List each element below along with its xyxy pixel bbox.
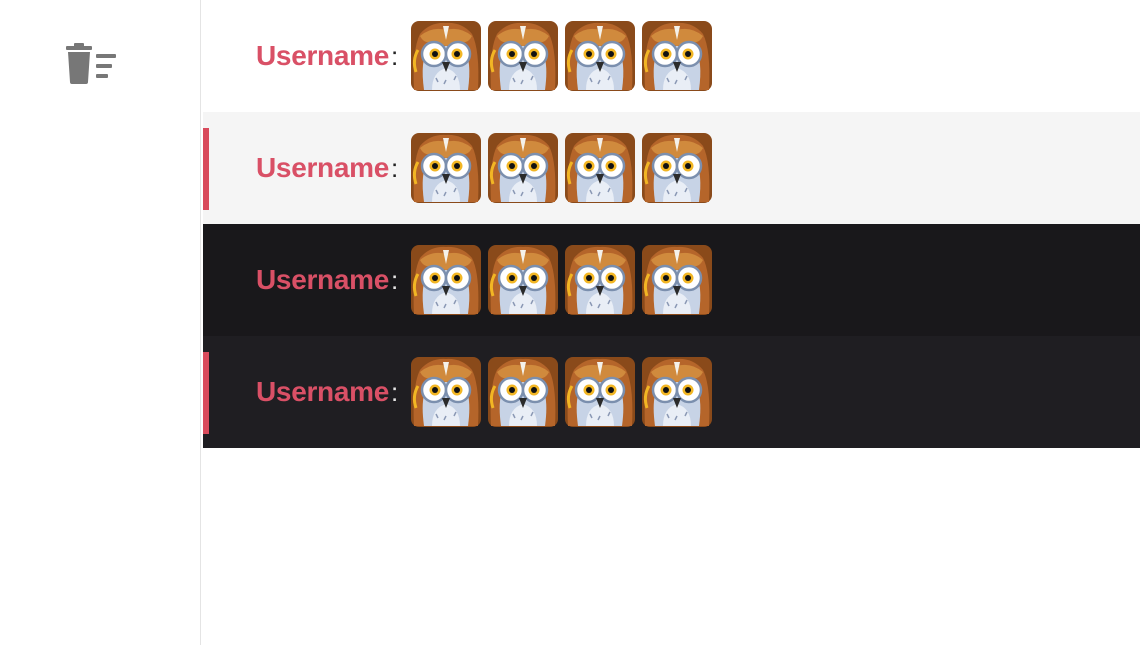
owl-emote-icon[interactable] bbox=[564, 244, 636, 316]
emote-list bbox=[410, 244, 713, 316]
owl-emote-icon[interactable] bbox=[410, 132, 482, 204]
username[interactable]: Username bbox=[256, 40, 389, 72]
message-line: Username : bbox=[256, 336, 713, 448]
owl-emote-icon[interactable] bbox=[564, 20, 636, 92]
highlight-bar bbox=[203, 352, 209, 434]
owl-emote-icon[interactable] bbox=[487, 356, 559, 428]
owl-emote-icon[interactable] bbox=[410, 356, 482, 428]
chat-message: Username : bbox=[203, 0, 1140, 112]
message-separator: : bbox=[391, 264, 399, 295]
owl-emote-icon[interactable] bbox=[641, 20, 713, 92]
message-separator: : bbox=[391, 376, 399, 407]
owl-emote-icon[interactable] bbox=[410, 244, 482, 316]
sidebar bbox=[0, 0, 201, 645]
username[interactable]: Username bbox=[256, 264, 389, 296]
message-separator: : bbox=[391, 40, 399, 71]
delete-sweep-icon bbox=[66, 43, 116, 84]
chat-message: Username : bbox=[203, 112, 1140, 224]
owl-emote-icon[interactable] bbox=[410, 20, 482, 92]
owl-emote-icon[interactable] bbox=[487, 244, 559, 316]
chat-message: Username : bbox=[203, 224, 1140, 336]
clear-chat-button[interactable] bbox=[62, 40, 122, 88]
owl-emote-icon[interactable] bbox=[641, 132, 713, 204]
chat-app: Username : Username : Username: Usernam… bbox=[0, 0, 1140, 645]
owl-emote-icon[interactable] bbox=[641, 244, 713, 316]
owl-emote-icon[interactable] bbox=[564, 132, 636, 204]
chat-message: Username : bbox=[203, 336, 1140, 448]
username[interactable]: Username bbox=[256, 152, 389, 184]
owl-emote-icon[interactable] bbox=[564, 356, 636, 428]
message-line: Username : bbox=[256, 0, 713, 112]
owl-emote-icon[interactable] bbox=[487, 20, 559, 92]
owl-emote-icon[interactable] bbox=[487, 132, 559, 204]
message-separator: : bbox=[391, 152, 399, 183]
emote-list bbox=[410, 20, 713, 92]
chat-message-list: Username : Username : Username: Usernam… bbox=[203, 0, 1140, 645]
username[interactable]: Username bbox=[256, 376, 389, 408]
message-line: Username : bbox=[256, 224, 713, 336]
message-line: Username : bbox=[256, 112, 713, 224]
emote-list bbox=[410, 356, 713, 428]
emote-list bbox=[410, 132, 713, 204]
owl-emote-icon[interactable] bbox=[641, 356, 713, 428]
highlight-bar bbox=[203, 128, 209, 210]
